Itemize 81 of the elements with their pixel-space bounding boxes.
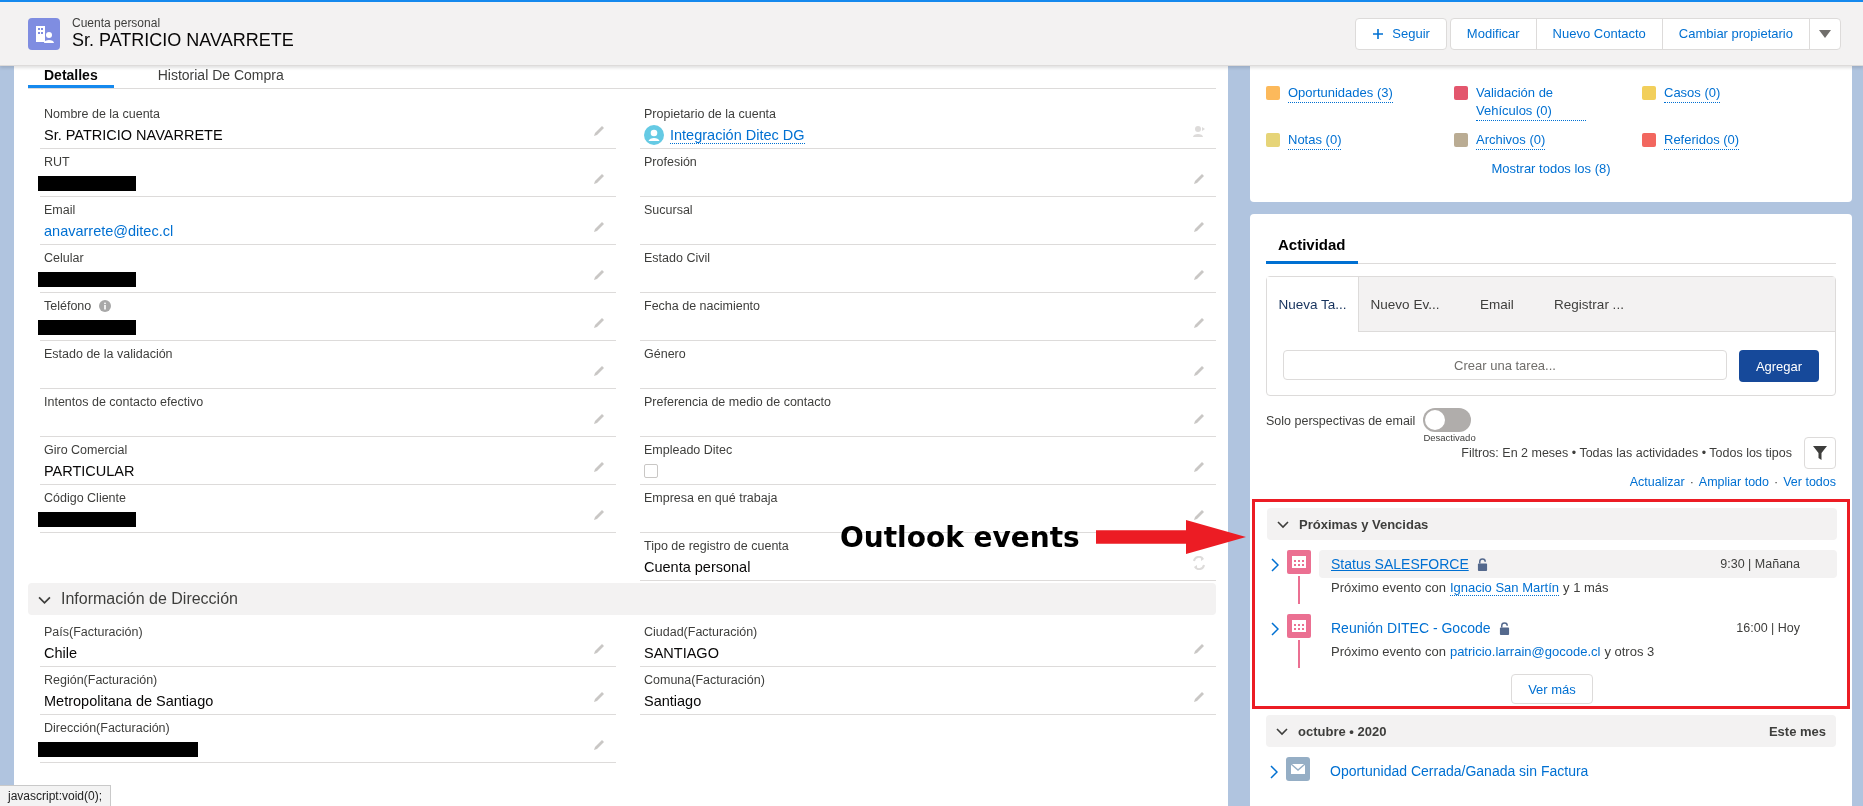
field-value: PARTICULAR [44, 463, 135, 479]
field-label: Email [44, 203, 76, 217]
group-header[interactable]: Próximas y Vencidas [1267, 508, 1837, 540]
activity-title-link[interactable]: Oportunidad Cerrada/Ganada sin Factura [1330, 763, 1589, 779]
composer-tab[interactable]: Nuevo Ev... [1359, 277, 1451, 331]
add-button[interactable]: Agregar [1739, 350, 1819, 382]
field-value: Sr. PATRICIO NAVARRETE [44, 127, 223, 143]
timeline-link[interactable]: Ver todos [1783, 475, 1836, 489]
attendee-link[interactable]: Ignacio San Martín [1449, 580, 1560, 596]
field-value: Metropolitana de Santiago [44, 693, 214, 709]
field-label: País(Facturación) [44, 625, 143, 639]
activity-title-link[interactable]: Status SALESFORCE [1331, 556, 1469, 572]
detail-tab[interactable]: Historial De Compra [141, 67, 300, 88]
event-time: 9:30 | Mañana [1720, 557, 1800, 571]
field-label: Tipo de registro de cuenta [644, 539, 789, 553]
owner-link[interactable]: Integración Ditec DG [670, 126, 805, 144]
activity-title-link[interactable]: Reunión DITEC - Gocode [1331, 620, 1491, 636]
composer-tab[interactable]: Email [1451, 277, 1543, 331]
object-type: Cuenta personal [72, 16, 162, 30]
field-label: Género [644, 347, 686, 361]
toggle-label: Solo perspectivas de email [1266, 414, 1416, 428]
description-text: y otros 3 [1604, 644, 1655, 659]
activity-tab[interactable]: Actividad [1266, 228, 1358, 264]
related-link[interactable]: Casos (0) [1664, 84, 1721, 103]
show-all-link[interactable]: Mostrar todos los (8) [1266, 161, 1836, 176]
action-button[interactable]: Nuevo Contacto [1535, 17, 1663, 50]
field-label: Empleado Ditec [644, 443, 733, 457]
field-value: Chile [44, 645, 78, 661]
description-text: y 1 más [1563, 580, 1609, 596]
detail-tab[interactable]: Detalles [28, 67, 114, 88]
follow-button[interactable]: Seguir [1355, 17, 1447, 50]
field-label: Celular [44, 251, 84, 265]
separator-dot: · [1689, 475, 1694, 489]
field-label: Comuna(Facturación) [644, 673, 765, 687]
field-label: Nombre de la cuenta [44, 107, 161, 121]
timeline-link[interactable]: Ampliar todo [1698, 475, 1769, 489]
field-label: Preferencia de medio de contacto [644, 395, 831, 409]
action-button[interactable]: Cambiar propietario [1661, 17, 1810, 50]
description-text: Próximo evento con [1331, 580, 1446, 596]
timeline-link[interactable]: Actualizar [1629, 475, 1685, 489]
field-label: Región(Facturación) [44, 673, 158, 687]
field-label: Propietario de la cuenta [644, 107, 777, 121]
field-label: Ciudad(Facturación) [644, 625, 758, 639]
related-link[interactable]: Notas (0) [1288, 131, 1342, 150]
field-value: Cuenta personal [644, 559, 751, 575]
section-header[interactable]: Información de Dirección [28, 583, 1216, 615]
action-button[interactable]: Modificar [1449, 17, 1537, 50]
field-value: Santiago [644, 693, 702, 709]
related-link[interactable]: Validación de Vehículos (0) [1476, 84, 1586, 121]
field-label: Teléfono [44, 299, 92, 313]
field-label: Profesión [644, 155, 697, 169]
composer-tab[interactable]: Nueva Ta... [1267, 277, 1359, 332]
field-label: Empresa en qué trabaja [644, 491, 778, 505]
description-text: Próximo evento con [1331, 644, 1446, 659]
field-label: Código Cliente [44, 491, 126, 505]
field-label: RUT [44, 155, 70, 169]
record-title: Sr. PATRICIO NAVARRETE [72, 30, 294, 51]
field-label: Dirección(Facturación) [44, 721, 170, 735]
task-field[interactable]: Crear una tarea... [1283, 350, 1727, 380]
event-time: 16:00 | Hoy [1736, 621, 1800, 635]
related-link[interactable]: Archivos (0) [1476, 131, 1546, 150]
email-link[interactable]: anavarrete@ditec.cl [44, 223, 174, 239]
field-label: Fecha de nacimiento [644, 299, 761, 313]
composer-tab[interactable]: Registrar ... [1543, 277, 1635, 331]
toggle-state: Desactivado [1423, 432, 1476, 443]
field-label: Estado de la validación [44, 347, 173, 361]
field-label: Giro Comercial [44, 443, 128, 457]
related-link[interactable]: Oportunidades (3) [1288, 84, 1393, 103]
view-more-button[interactable]: Ver más [1511, 674, 1593, 704]
field-label: Estado Civil [644, 251, 710, 265]
field-label: Intentos de contacto efectivo [44, 395, 204, 409]
period-label: Este mes [1768, 723, 1826, 739]
field-label: Sucursal [644, 203, 693, 217]
field-value: SANTIAGO [644, 645, 719, 661]
related-link[interactable]: Referidos (0) [1664, 131, 1740, 150]
annotation-text: Outlook events [840, 520, 1080, 554]
attendee-link[interactable]: patricio.larrain@gocode.cl [1449, 644, 1601, 659]
filters-text: Filtros: En 2 meses • Todas las actividades • Todos los tipos [1461, 446, 1792, 460]
status-url: javascript:void(0); [0, 785, 112, 806]
group-header[interactable]: octubre • 2020 Este mes [1266, 715, 1836, 747]
separator-dot: · [1774, 475, 1779, 489]
